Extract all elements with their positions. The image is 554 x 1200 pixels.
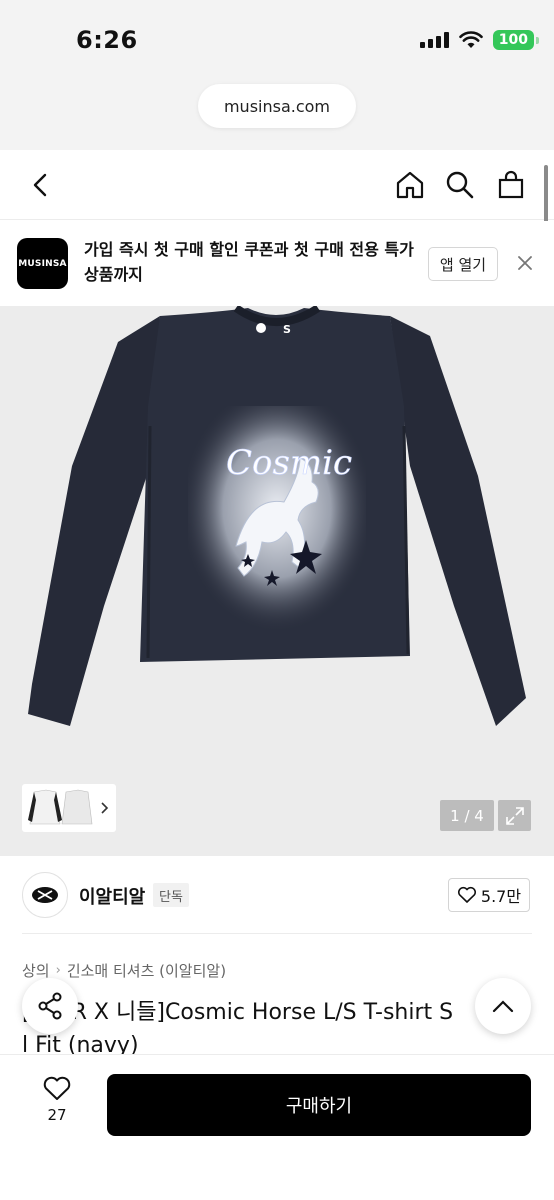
cellular-signal-icon (419, 32, 449, 48)
address-bar[interactable]: musinsa.com (198, 84, 356, 128)
buy-button[interactable]: 구매하기 (107, 1074, 531, 1136)
brand-row: 이알티알 단독 5.7만 (0, 856, 554, 934)
heart-icon (457, 886, 476, 903)
search-icon (446, 171, 474, 199)
close-icon (518, 256, 532, 270)
battery-indicator: 100 (492, 30, 540, 50)
home-icon (396, 171, 424, 199)
banner-close-button[interactable] (513, 251, 537, 275)
breadcrumb-separator-icon: › (55, 963, 61, 978)
site-header (0, 150, 554, 220)
heart-icon (43, 1076, 71, 1100)
brand-logo[interactable] (22, 872, 68, 918)
size-tag-label: S (283, 323, 291, 336)
thumbnail-images (28, 789, 93, 825)
share-icon (38, 992, 62, 1020)
share-button[interactable] (22, 978, 78, 1034)
search-button[interactable] (441, 166, 479, 204)
brand-like-count: 5.7만 (480, 887, 522, 906)
shopping-bag-icon (498, 170, 524, 199)
cart-button[interactable] (492, 166, 530, 204)
fullscreen-button[interactable] (498, 800, 531, 831)
product-title-line1: [ERTR X 니들]Cosmic Horse L/S T-shirt S (22, 1000, 454, 1025)
scroll-top-button[interactable] (475, 978, 531, 1034)
app-install-banner: MUSINSA 가입 즉시 첫 구매 할인 쿠폰과 첫 구매 전용 특가 상품까… (0, 221, 554, 306)
chevron-right-icon (101, 802, 109, 814)
brand-emblem-icon (32, 887, 58, 903)
brand-name[interactable]: 이알티알 (79, 883, 145, 909)
shirt-print-text: Cosmic (226, 443, 352, 483)
product-image: Cosmic S (28, 306, 526, 726)
purchase-bar: 27 구매하기 (0, 1054, 554, 1200)
status-time: 6:26 (76, 26, 138, 54)
chevron-up-icon (492, 1000, 514, 1013)
product-gallery[interactable]: Cosmic S 1 / 4 (0, 306, 554, 856)
expand-icon (505, 806, 524, 825)
chevron-left-icon (33, 173, 47, 197)
status-icons: 100 (419, 30, 540, 50)
open-app-button[interactable]: 앱 열기 (428, 247, 498, 281)
banner-message: 가입 즉시 첫 구매 할인 쿠폰과 첫 구매 전용 특가 상품까지 (84, 240, 414, 284)
musinsa-logo: MUSINSA (17, 238, 68, 289)
brand-like-button[interactable]: 5.7만 (448, 878, 530, 912)
wishlist-count: 27 (47, 1106, 67, 1124)
wifi-icon (458, 31, 483, 48)
product-title: [ERTR X 니들]Cosmic Horse L/S T-shirt S l … (22, 996, 542, 1062)
back-button[interactable] (22, 166, 60, 204)
divider (22, 933, 532, 934)
browser-chrome: 6:26 100 musinsa.com (0, 0, 554, 150)
home-button[interactable] (391, 166, 429, 204)
breadcrumb-subcategory[interactable]: 긴소매 티셔츠 (이알티알) (67, 960, 226, 981)
image-counter: 1 / 4 (440, 800, 494, 831)
exclusive-badge: 단독 (153, 883, 189, 907)
thumbnail-strip[interactable] (22, 784, 116, 832)
wishlist-button[interactable]: 27 (30, 1075, 84, 1124)
